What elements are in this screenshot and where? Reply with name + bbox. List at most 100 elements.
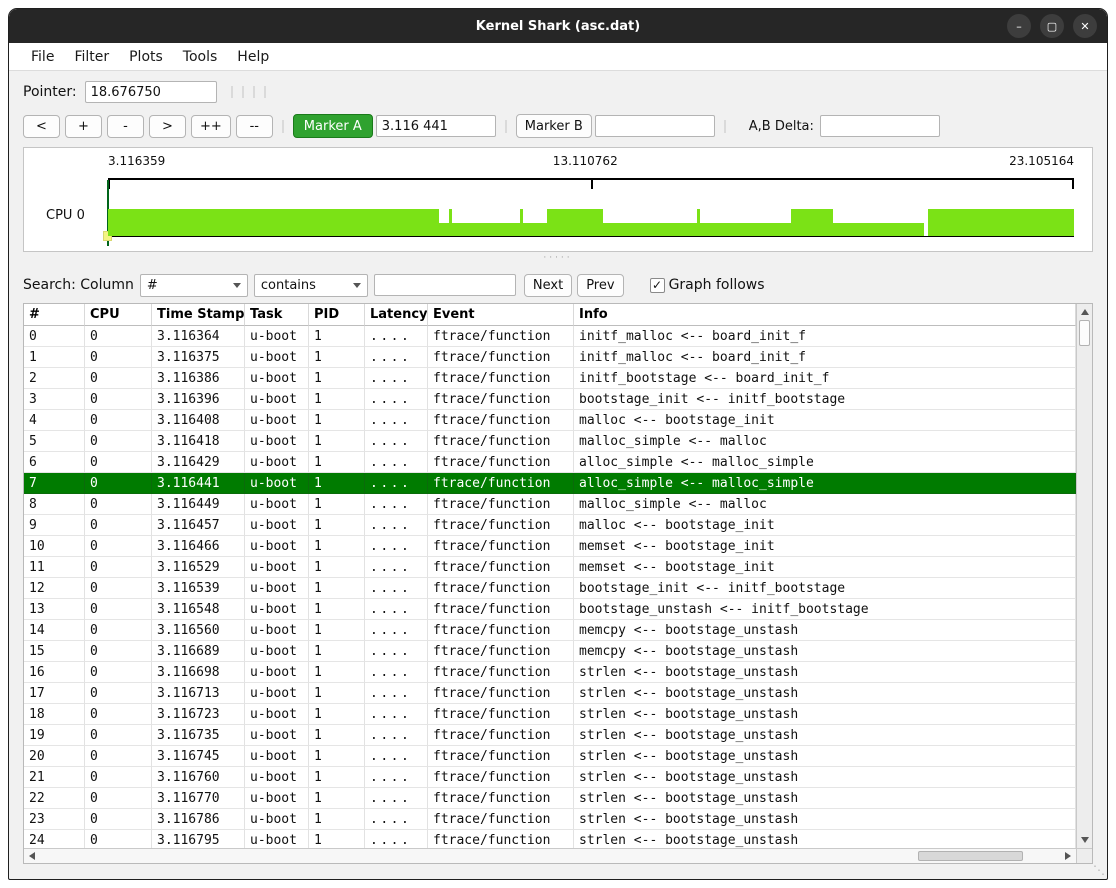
cell: 3.116689 [152, 641, 245, 662]
table-row[interactable]: 503.116418u-boot1....ftrace/functionmall… [24, 431, 1076, 452]
vertical-scrollbar-thumb[interactable] [1079, 320, 1090, 346]
menu-item-filter[interactable]: Filter [64, 46, 119, 68]
column-header-pid[interactable]: PID [309, 304, 365, 326]
column-header-#[interactable]: # [24, 304, 85, 326]
cell: 3.116795 [152, 830, 245, 848]
cpu0-plot-area[interactable] [108, 181, 1074, 243]
table-row[interactable]: 803.116449u-boot1....ftrace/functionmall… [24, 494, 1076, 515]
table-row[interactable]: 603.116429u-boot1....ftrace/functionallo… [24, 452, 1076, 473]
table-row[interactable]: 1203.116539u-boot1....ftrace/functionboo… [24, 578, 1076, 599]
column-header-time-stamp[interactable]: Time Stamp [152, 304, 245, 326]
cpu0-activity-segment [452, 223, 521, 236]
column-header-latency[interactable]: Latency [365, 304, 428, 326]
table-header-row: #CPUTime StampTaskPIDLatencyEventInfo [24, 304, 1076, 326]
search-column-select[interactable]: # [140, 274, 248, 297]
cpu-timeline-graph[interactable]: 3.116359 13.110762 23.105164 CPU 0 [23, 147, 1093, 252]
ab-delta-input[interactable] [820, 115, 940, 137]
marker-a-button[interactable]: Marker A [293, 114, 373, 138]
next-button[interactable]: Next [524, 274, 572, 297]
cell: 3.116735 [152, 725, 245, 746]
menu-item-help[interactable]: Help [227, 46, 279, 68]
table-row[interactable]: 103.116375u-boot1....ftrace/functioninit… [24, 347, 1076, 368]
cell: ftrace/function [428, 788, 574, 809]
cell: ftrace/function [428, 452, 574, 473]
marker-a-value-input[interactable] [376, 115, 496, 137]
nav-button-1[interactable]: + [65, 115, 102, 138]
search-match-select[interactable]: contains [254, 274, 368, 297]
table-row[interactable]: 2303.116786u-boot1....ftrace/functionstr… [24, 809, 1076, 830]
cell: u-boot [245, 746, 309, 767]
cell: u-boot [245, 389, 309, 410]
vertical-scrollbar[interactable] [1076, 304, 1092, 848]
cell: bootstage_init <-- initf_bootstage [574, 578, 1076, 599]
separator [724, 120, 726, 133]
table-row[interactable]: 003.116364u-boot1....ftrace/functioninit… [24, 326, 1076, 347]
table-row[interactable]: 1103.116529u-boot1....ftrace/functionmem… [24, 557, 1076, 578]
title-bar[interactable]: Kernel Shark (asc.dat) – ▢ ✕ [9, 9, 1107, 43]
table-row[interactable]: 2003.116745u-boot1....ftrace/functionstr… [24, 746, 1076, 767]
column-header-cpu[interactable]: CPU [85, 304, 152, 326]
resize-grip-icon[interactable]: ⋱ [1093, 863, 1105, 877]
cell: strlen <-- bootstage_unstash [574, 662, 1076, 683]
scroll-right-icon[interactable] [1062, 849, 1074, 863]
table-row[interactable]: 2403.116795u-boot1....ftrace/functionstr… [24, 830, 1076, 848]
prev-button[interactable]: Prev [577, 274, 623, 297]
cpu0-activity-segment [108, 209, 439, 236]
nav-button-4[interactable]: ++ [191, 115, 231, 138]
cpu0-activity-segment [791, 209, 834, 236]
marker-b-value-input[interactable] [595, 115, 715, 137]
menu-item-plots[interactable]: Plots [119, 46, 173, 68]
column-header-task[interactable]: Task [245, 304, 309, 326]
cell: ftrace/function [428, 431, 574, 452]
nav-button-2[interactable]: - [107, 115, 144, 138]
marker-b-button[interactable]: Marker B [516, 114, 592, 138]
table-row[interactable]: 303.116396u-boot1....ftrace/functionboot… [24, 389, 1076, 410]
cell: ftrace/function [428, 557, 574, 578]
menu-item-file[interactable]: File [21, 46, 64, 68]
table-row[interactable]: 1603.116698u-boot1....ftrace/functionstr… [24, 662, 1076, 683]
table-row[interactable]: 2103.116760u-boot1....ftrace/functionstr… [24, 767, 1076, 788]
cell: 3.116418 [152, 431, 245, 452]
splitter-handle[interactable]: ····· [9, 252, 1107, 264]
search-input[interactable] [374, 274, 516, 296]
marker-row: <+->++-- Marker A Marker B A,B Delta: [23, 114, 1093, 138]
menu-item-tools[interactable]: Tools [173, 46, 228, 68]
scroll-left-icon[interactable] [26, 849, 38, 863]
column-header-event[interactable]: Event [428, 304, 574, 326]
table-row[interactable]: 903.116457u-boot1....ftrace/functionmall… [24, 515, 1076, 536]
table-row[interactable]: 1303.116548u-boot1....ftrace/functionboo… [24, 599, 1076, 620]
cell: ftrace/function [428, 347, 574, 368]
table-row[interactable]: 1403.116560u-boot1....ftrace/functionmem… [24, 620, 1076, 641]
nav-button-5[interactable]: -- [236, 115, 273, 138]
minimize-icon[interactable]: – [1007, 14, 1031, 38]
horizontal-scrollbar[interactable] [24, 848, 1076, 863]
graph-follows-checkbox[interactable]: ✓ [650, 278, 665, 293]
cell: u-boot [245, 788, 309, 809]
maximize-icon[interactable]: ▢ [1040, 14, 1064, 38]
table-row[interactable]: 1003.116466u-boot1....ftrace/functionmem… [24, 536, 1076, 557]
column-header-info[interactable]: Info [574, 304, 1076, 326]
nav-button-3[interactable]: > [149, 115, 186, 138]
table-row[interactable]: 403.116408u-boot1....ftrace/functionmall… [24, 410, 1076, 431]
cell: 12 [24, 578, 85, 599]
table-row[interactable]: 1803.116723u-boot1....ftrace/functionstr… [24, 704, 1076, 725]
table-row[interactable]: 203.116386u-boot1....ftrace/functioninit… [24, 368, 1076, 389]
nav-button-0[interactable]: < [23, 115, 60, 138]
cpu0-activity-segment [833, 223, 924, 236]
cell: 3.116745 [152, 746, 245, 767]
cell: ftrace/function [428, 515, 574, 536]
table-row[interactable]: 2203.116770u-boot1....ftrace/functionstr… [24, 788, 1076, 809]
table-row[interactable]: 1503.116689u-boot1....ftrace/functionmem… [24, 641, 1076, 662]
horizontal-scrollbar-thumb[interactable] [918, 851, 1023, 861]
table-row[interactable]: 703.116441u-boot1....ftrace/functionallo… [24, 473, 1076, 494]
cell: 0 [85, 683, 152, 704]
cell: .... [365, 578, 428, 599]
scroll-up-icon[interactable] [1077, 306, 1092, 318]
table-row[interactable]: 1903.116735u-boot1....ftrace/functionstr… [24, 725, 1076, 746]
cell: 3.116539 [152, 578, 245, 599]
scroll-down-icon[interactable] [1077, 834, 1092, 846]
close-icon[interactable]: ✕ [1073, 14, 1097, 38]
table-row[interactable]: 1703.116713u-boot1....ftrace/functionstr… [24, 683, 1076, 704]
pointer-input[interactable] [85, 81, 217, 103]
cell: 3.116429 [152, 452, 245, 473]
